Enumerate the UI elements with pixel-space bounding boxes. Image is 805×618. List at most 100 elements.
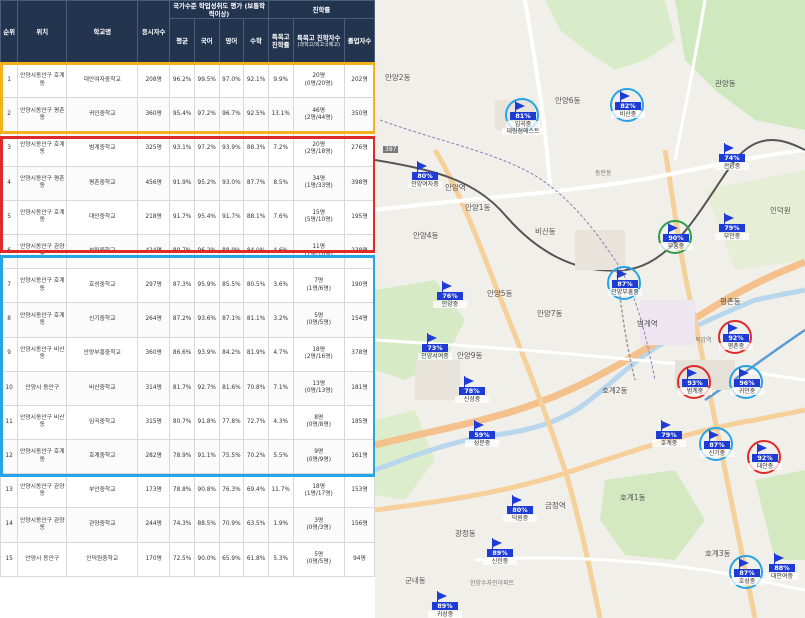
cell-special: 8.5% bbox=[267, 165, 294, 201]
cell-special-count-total: 11명 bbox=[312, 244, 326, 251]
area-label-hogye3: 호계3동 bbox=[705, 549, 731, 558]
area-label-apt: 한양수자인아파트 bbox=[470, 580, 515, 587]
school-marker[interactable]: 82% 비산중 bbox=[610, 88, 645, 126]
cell-eng: 87.1% bbox=[218, 302, 245, 338]
cell-special: 9.9% bbox=[267, 62, 294, 99]
cell-takers: 170명 bbox=[137, 541, 171, 577]
cell-kor: 93.6% bbox=[193, 302, 220, 338]
area-label-mogam: 목감역 bbox=[695, 337, 712, 344]
marker-school-name: 비산중 bbox=[611, 111, 645, 118]
cell-kor: 90.0% bbox=[193, 541, 220, 577]
cell-graduates: 154명 bbox=[343, 302, 375, 338]
cell-graduates: 238명 bbox=[343, 233, 375, 270]
cell-kor: 88.5% bbox=[193, 507, 220, 543]
cell-school: 호계중학교 bbox=[66, 439, 139, 475]
map-panel[interactable]: 안양2동 안양1동 안양4동 안양5동 안양6동 안양7동 안양9동 관양동 범… bbox=[375, 0, 805, 618]
marker-school-name: 호성중 bbox=[730, 578, 764, 585]
cell-math: 84.0% bbox=[243, 233, 269, 270]
cell-kor: 97.2% bbox=[193, 131, 220, 167]
cell-graduates: 398명 bbox=[343, 165, 375, 201]
header-graduates: 졸업자수 bbox=[343, 18, 375, 64]
school-marker[interactable]: 93% 범계중 bbox=[677, 365, 712, 403]
cell-loc: 안양시동안구 호계동 bbox=[17, 199, 68, 235]
marker-percent: 93% bbox=[682, 379, 708, 387]
marker-percent: 78% bbox=[459, 387, 485, 395]
area-label-anyang1: 안양1동 bbox=[465, 203, 491, 212]
school-marker[interactable]: 92% 평촌중 bbox=[718, 320, 753, 358]
school-marker[interactable]: 96% 귀인중 bbox=[729, 365, 764, 403]
cell-rank: 7 bbox=[0, 268, 19, 304]
marker-school-name: 신기중 bbox=[700, 450, 734, 457]
cell-special-count: 18명 (2명/16명) bbox=[292, 336, 345, 372]
area-label-inheokwon: 인덕원 bbox=[770, 206, 791, 215]
school-marker[interactable]: 90% 부흥중 bbox=[658, 220, 693, 258]
area-label-bisan: 비산동 bbox=[535, 227, 556, 236]
school-marker[interactable]: 73% 안양서여중 bbox=[418, 332, 452, 368]
cell-kor: 95.4% bbox=[193, 199, 220, 235]
cell-loc: 안양시 동안구 bbox=[17, 541, 68, 577]
school-marker[interactable]: 89% 신한중 bbox=[483, 537, 517, 573]
school-marker[interactable]: 80% 덕원중 bbox=[503, 494, 537, 530]
flag-icon bbox=[725, 144, 734, 152]
cell-special-count-breakdown: (5명/10명) bbox=[304, 217, 333, 224]
cell-special: 5.5% bbox=[267, 439, 294, 475]
cell-graduates: 202명 bbox=[343, 62, 375, 99]
marker-percent: 90% bbox=[663, 234, 689, 242]
cell-kor: 91.1% bbox=[193, 439, 220, 475]
school-marker[interactable]: 79% 부안중 bbox=[715, 212, 749, 248]
cell-eng: 65.9% bbox=[218, 541, 245, 577]
cell-school: 신기중학교 bbox=[66, 302, 139, 338]
cell-special-count: 18명 (1명/17명) bbox=[292, 473, 345, 509]
header-evaluation: 국가수준 학업성취도 평가 (보통학력이상) bbox=[169, 0, 269, 19]
school-marker[interactable]: 80% 안양여자중 bbox=[408, 160, 442, 196]
cell-special-count-breakdown: (0명/3명) bbox=[306, 525, 331, 532]
area-label-anyang4: 안양4동 bbox=[413, 231, 439, 240]
cell-special: 5.3% bbox=[267, 541, 294, 577]
cell-avg: 72.5% bbox=[169, 541, 195, 577]
school-marker[interactable]: 89% 귀성중 bbox=[428, 590, 462, 618]
table-row: 14 안양시동안구 관양동 관양중학교 244명 74.3% 88.5% 70.9% 63.5… bbox=[0, 507, 375, 543]
flag-icon bbox=[438, 592, 447, 600]
header-takers: 응시자수 bbox=[137, 0, 171, 64]
flag-icon bbox=[758, 444, 767, 452]
road-badge-397: 397 bbox=[383, 146, 399, 153]
flag-icon bbox=[688, 369, 697, 377]
school-marker[interactable]: 79% 호계중 bbox=[652, 419, 686, 455]
flag-icon bbox=[443, 282, 452, 290]
area-label-pyeongchon: 평촌동 bbox=[720, 297, 741, 306]
cell-school: 관양중학교 bbox=[66, 507, 139, 543]
cell-special-count-breakdown: (0명/9명) bbox=[306, 456, 331, 463]
cell-school: 평촌중학교 bbox=[66, 165, 139, 201]
marker-school-name: 안양부흥중 bbox=[608, 289, 642, 296]
school-marker[interactable]: 74% 관양중 bbox=[715, 142, 749, 178]
marker-percent: 87% bbox=[734, 569, 760, 577]
cell-school: 범계중학교 bbox=[66, 131, 139, 167]
cell-special-count: 20명 (2명/18명) bbox=[292, 131, 345, 167]
school-marker[interactable]: 87% 안양부흥중 bbox=[607, 266, 642, 304]
school-marker[interactable]: 92% 대안중 bbox=[747, 440, 782, 478]
table-row: 13 안양시동안구 관양동 부안중학교 173명 78.8% 90.8% 76.3% 69.4… bbox=[0, 473, 375, 509]
school-marker[interactable]: 87% 신기중 bbox=[699, 427, 734, 465]
school-marker[interactable]: 88% 대안여중 bbox=[765, 552, 799, 588]
table-row: 2 안양시동안구 평촌동 귀인중학교 360명 95.4% 97.2% 96.7% 92.5%… bbox=[0, 97, 375, 133]
cell-math: 63.5% bbox=[243, 507, 269, 543]
area-label-anyang2: 안양2동 bbox=[385, 73, 411, 82]
cell-special-count: 3명 (0명/3명) bbox=[292, 507, 345, 543]
marker-school-name: 덕원중 bbox=[503, 515, 537, 522]
header-special-count-sub: (과학고/외고국제고) bbox=[297, 41, 340, 48]
school-marker[interactable]: 78% 신성중 bbox=[455, 375, 489, 411]
cell-special-count-breakdown: (0명/5명) bbox=[306, 559, 331, 566]
school-marker[interactable]: 81% 임곡중 대림점에스트 bbox=[502, 98, 544, 136]
cell-special-count-total: 3명 bbox=[314, 517, 324, 524]
cell-kor: 95.9% bbox=[193, 268, 220, 304]
cell-school: 비산중학교 bbox=[66, 370, 139, 406]
table-row: 6 안양시동안구 관양동 부림중학교 424명 89.7% 96.2% 88.9% 84.0%… bbox=[0, 233, 375, 270]
marker-percent: 87% bbox=[612, 280, 638, 288]
school-marker[interactable]: 87% 호성중 bbox=[729, 555, 764, 593]
cell-eng: 75.5% bbox=[218, 439, 245, 475]
school-marker[interactable]: 59% 성문중 bbox=[465, 419, 499, 455]
school-marker[interactable]: 76% 안양중 bbox=[433, 280, 467, 316]
cell-rank: 14 bbox=[0, 507, 19, 543]
flag-icon bbox=[725, 214, 734, 222]
ranking-table-panel: 순위 위치 학교명 응시자수 국가수준 학업성취도 평가 (보통학력이상) 진학… bbox=[0, 0, 375, 618]
